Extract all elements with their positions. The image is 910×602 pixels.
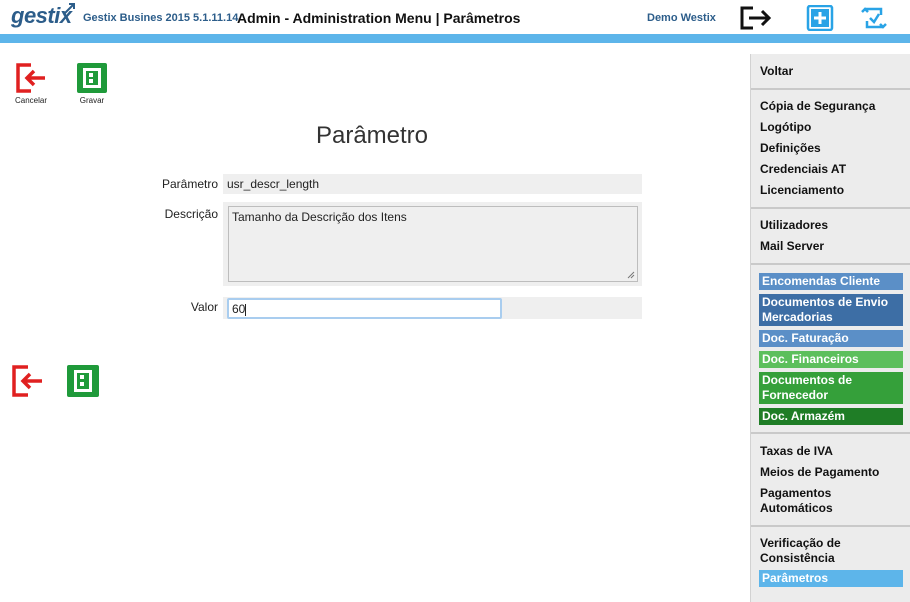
cancel-icon	[16, 63, 45, 93]
value-label: Valor	[190, 300, 218, 314]
header-accent-bar	[0, 34, 910, 43]
cancel-button[interactable]: Cancelar	[11, 62, 51, 108]
sidebar-item-financial-docs[interactable]: Doc. Financeiros	[759, 351, 903, 368]
sidebar-divider	[751, 207, 910, 209]
form-title: Parâmetro	[315, 122, 429, 149]
app-logo[interactable]: gestix	[11, 3, 72, 29]
sidebar-item-users[interactable]: Utilizadores	[760, 218, 903, 233]
sidebar-item-back[interactable]: Voltar	[760, 64, 903, 79]
page-title: Admin - Administration Menu | Parâmetros	[237, 10, 521, 26]
sidebar-item-billing-docs[interactable]: Doc. Faturação	[759, 330, 903, 347]
value-input[interactable]: 60	[227, 298, 502, 319]
logout-icon[interactable]	[739, 5, 773, 31]
resize-grip-icon[interactable]	[627, 271, 635, 279]
save-icon	[77, 63, 107, 93]
sidebar-item-backup[interactable]: Cópia de Segurança	[760, 99, 903, 114]
app-name: Gestix Busines 2015 5.1.11.14	[83, 12, 239, 24]
sidebar-item-logo[interactable]: Logótipo	[760, 120, 903, 135]
sidebar-item-vat-rates[interactable]: Taxas de IVA	[760, 444, 903, 459]
save-bottom-icon[interactable]	[66, 364, 100, 398]
cancel-label: Cancelar	[14, 96, 47, 105]
sidebar-item-customer-orders[interactable]: Encomendas Cliente	[759, 273, 903, 290]
sidebar-item-shipping-documents[interactable]: Documentos de Envio Mercadorias	[759, 294, 903, 326]
description-label: Descrição	[164, 207, 218, 221]
admin-sidebar: Voltar Cópia de Segurança Logótipo Defin…	[750, 54, 910, 602]
save-label: Gravar	[79, 96, 105, 105]
description-textarea[interactable]: Tamanho da Descrição dos Itens	[228, 206, 638, 282]
parameter-label: Parâmetro	[161, 177, 218, 191]
add-icon[interactable]	[803, 5, 837, 31]
sidebar-item-payment-methods[interactable]: Meios de Pagamento	[760, 465, 903, 480]
sidebar-item-at-credentials[interactable]: Credenciais AT	[760, 162, 903, 177]
sidebar-item-parameters[interactable]: Parâmetros	[759, 570, 903, 587]
logo-arrow-icon	[64, 3, 75, 14]
parameter-value: usr_descr_length	[227, 177, 320, 191]
sidebar-item-supplier-documents[interactable]: Documentos de Fornecedor	[759, 372, 903, 404]
sidebar-item-settings[interactable]: Definições	[760, 141, 903, 156]
sidebar-item-licensing[interactable]: Licenciamento	[760, 183, 903, 198]
description-value: Tamanho da Descrição dos Itens	[232, 210, 407, 224]
refresh-icon[interactable]	[857, 5, 891, 31]
sidebar-divider	[751, 525, 910, 527]
sidebar-item-mail-server[interactable]: Mail Server	[760, 239, 903, 254]
value-text: 60	[232, 302, 246, 316]
top-header: gestix Gestix Busines 2015 5.1.11.14 Adm…	[0, 0, 910, 34]
sidebar-divider	[751, 432, 910, 434]
save-button[interactable]: Gravar	[72, 62, 112, 108]
sidebar-item-warehouse-docs[interactable]: Doc. Armazém	[759, 408, 903, 425]
sidebar-divider	[751, 88, 910, 90]
text-cursor	[245, 303, 247, 316]
sidebar-divider	[751, 263, 910, 265]
user-name[interactable]: Demo Westix	[647, 12, 716, 24]
cancel-bottom-icon[interactable]	[11, 364, 45, 398]
sidebar-item-consistency-check[interactable]: Verificação de Consistência	[760, 536, 903, 566]
sidebar-item-automatic-payments[interactable]: Pagamentos Automáticos	[760, 486, 903, 516]
